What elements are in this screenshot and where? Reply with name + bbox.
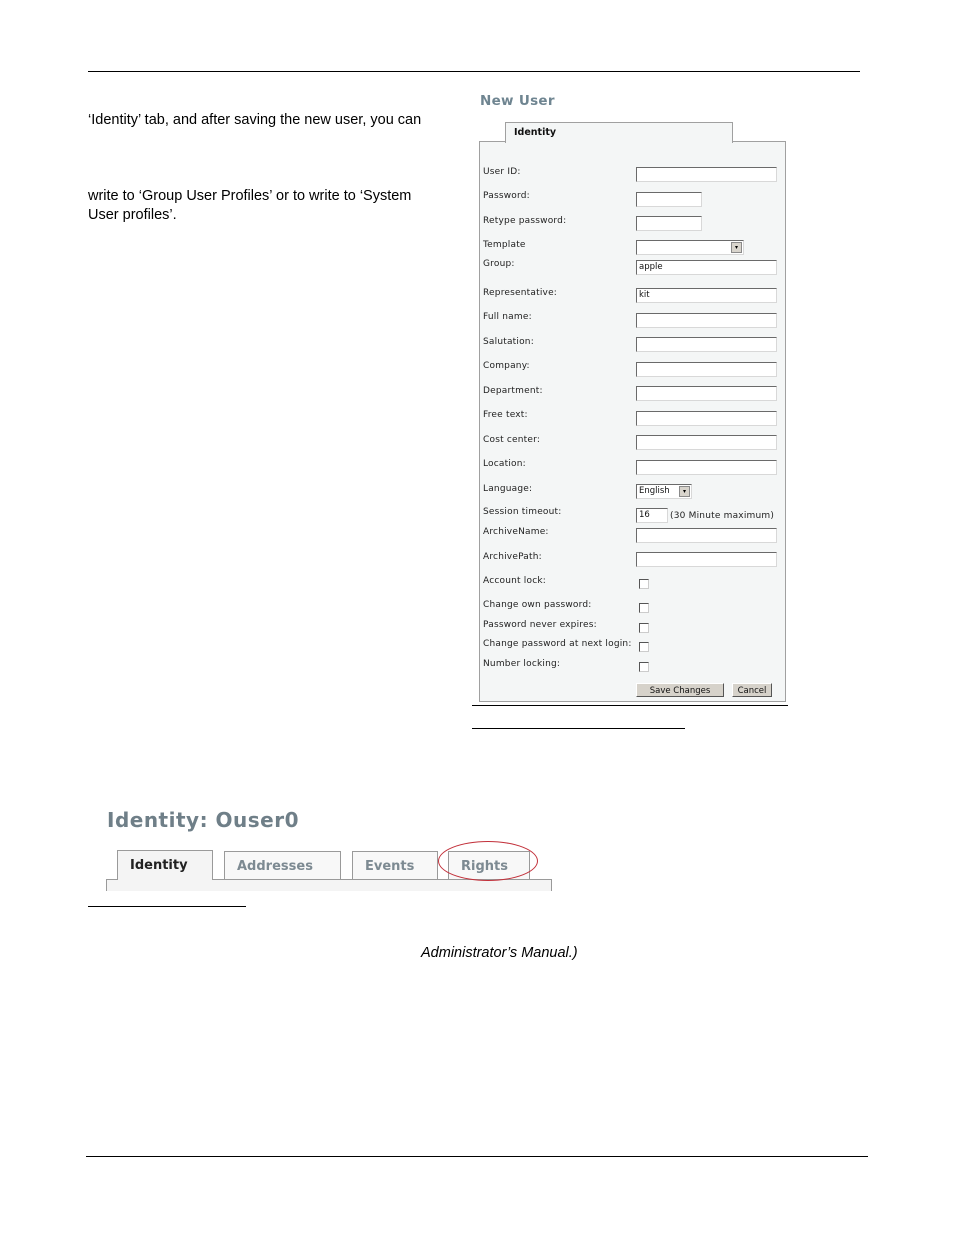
tab-addresses[interactable]: Addresses bbox=[224, 851, 341, 879]
password-never-expires-checkbox[interactable] bbox=[639, 623, 649, 633]
figure-rule bbox=[472, 705, 788, 706]
archive-path-input[interactable] bbox=[636, 552, 777, 567]
label-password-never-expires: Password never expires: bbox=[483, 620, 597, 630]
label-user-id: User ID: bbox=[483, 167, 521, 177]
label-password: Password: bbox=[483, 191, 530, 201]
manual-reference: Administrator’s Manual.) bbox=[421, 945, 578, 961]
tab-identity[interactable]: Identity bbox=[505, 122, 733, 143]
cancel-button[interactable]: Cancel bbox=[732, 683, 772, 697]
label-change-password-next-login: Change password at next login: bbox=[483, 639, 632, 649]
template-select[interactable]: ▾ bbox=[636, 240, 744, 255]
label-company: Company: bbox=[483, 361, 530, 371]
dropdown-arrow-icon[interactable]: ▾ bbox=[679, 486, 690, 497]
tab-label: Addresses bbox=[237, 859, 313, 874]
language-select[interactable]: English ▾ bbox=[636, 484, 692, 499]
company-input[interactable] bbox=[636, 362, 777, 377]
label-retype-password: Retype password: bbox=[483, 216, 567, 226]
retype-password-input[interactable] bbox=[636, 216, 702, 231]
session-timeout-input[interactable]: 16 bbox=[636, 508, 668, 523]
archive-name-input[interactable] bbox=[636, 528, 777, 543]
new-user-title: New User bbox=[480, 93, 555, 109]
save-changes-button[interactable]: Save Changes bbox=[636, 683, 724, 697]
representative-input[interactable]: kit bbox=[636, 288, 777, 303]
label-change-own-password: Change own password: bbox=[483, 600, 592, 610]
label-language: Language: bbox=[483, 484, 533, 494]
password-input[interactable] bbox=[636, 192, 702, 207]
label-number-locking: Number locking: bbox=[483, 659, 561, 669]
tab-events[interactable]: Events bbox=[352, 851, 438, 879]
full-name-input[interactable] bbox=[636, 313, 777, 328]
tab-baseline-left bbox=[106, 879, 117, 880]
body-paragraph-2-line-2: User profiles’. bbox=[88, 207, 177, 223]
change-own-password-checkbox[interactable] bbox=[639, 603, 649, 613]
body-paragraph-2-line-1: write to ‘Group User Profiles’ or to wri… bbox=[88, 188, 412, 204]
tab-label: Events bbox=[365, 859, 415, 874]
identity-view-title: Identity: Ouser0 bbox=[107, 808, 300, 832]
label-archive-path: ArchivePath: bbox=[483, 552, 542, 562]
language-select-value: English bbox=[639, 486, 670, 496]
label-free-text: Free text: bbox=[483, 410, 528, 420]
caption-underline-2 bbox=[88, 906, 246, 907]
panel-top-border-right bbox=[731, 141, 785, 142]
rights-tab-highlight-circle bbox=[438, 841, 538, 881]
label-session-timeout: Session timeout: bbox=[483, 507, 562, 517]
label-full-name: Full name: bbox=[483, 312, 532, 322]
label-salutation: Salutation: bbox=[483, 337, 534, 347]
label-group: Group: bbox=[483, 259, 515, 269]
label-template: Template bbox=[483, 240, 526, 250]
panel-top-border-left bbox=[479, 141, 506, 142]
user-id-input[interactable] bbox=[636, 167, 777, 182]
free-text-input[interactable] bbox=[636, 411, 777, 426]
salutation-input[interactable] bbox=[636, 337, 777, 352]
tab-label: Identity bbox=[130, 858, 188, 873]
footer-rule bbox=[86, 1156, 868, 1157]
caption-underline bbox=[472, 728, 685, 729]
change-password-next-login-checkbox[interactable] bbox=[639, 642, 649, 652]
label-location: Location: bbox=[483, 459, 526, 469]
number-locking-checkbox[interactable] bbox=[639, 662, 649, 672]
tab-identity-view-identity[interactable]: Identity bbox=[117, 850, 213, 880]
label-archive-name: ArchiveName: bbox=[483, 527, 549, 537]
department-input[interactable] bbox=[636, 386, 777, 401]
header-rule bbox=[88, 71, 860, 72]
cost-center-input[interactable] bbox=[636, 435, 777, 450]
label-representative: Representative: bbox=[483, 288, 558, 298]
body-paragraph-1: ‘Identity’ tab, and after saving the new… bbox=[88, 112, 422, 128]
label-account-lock: Account lock: bbox=[483, 576, 546, 586]
label-department: Department: bbox=[483, 386, 543, 396]
group-input[interactable]: apple bbox=[636, 260, 777, 275]
location-input[interactable] bbox=[636, 460, 777, 475]
dropdown-arrow-icon[interactable]: ▾ bbox=[731, 242, 742, 253]
session-timeout-note: (30 Minute maximum) bbox=[670, 511, 775, 521]
account-lock-checkbox[interactable] bbox=[639, 579, 649, 589]
label-cost-center: Cost center: bbox=[483, 435, 541, 445]
tab-identity-label: Identity bbox=[514, 127, 557, 138]
